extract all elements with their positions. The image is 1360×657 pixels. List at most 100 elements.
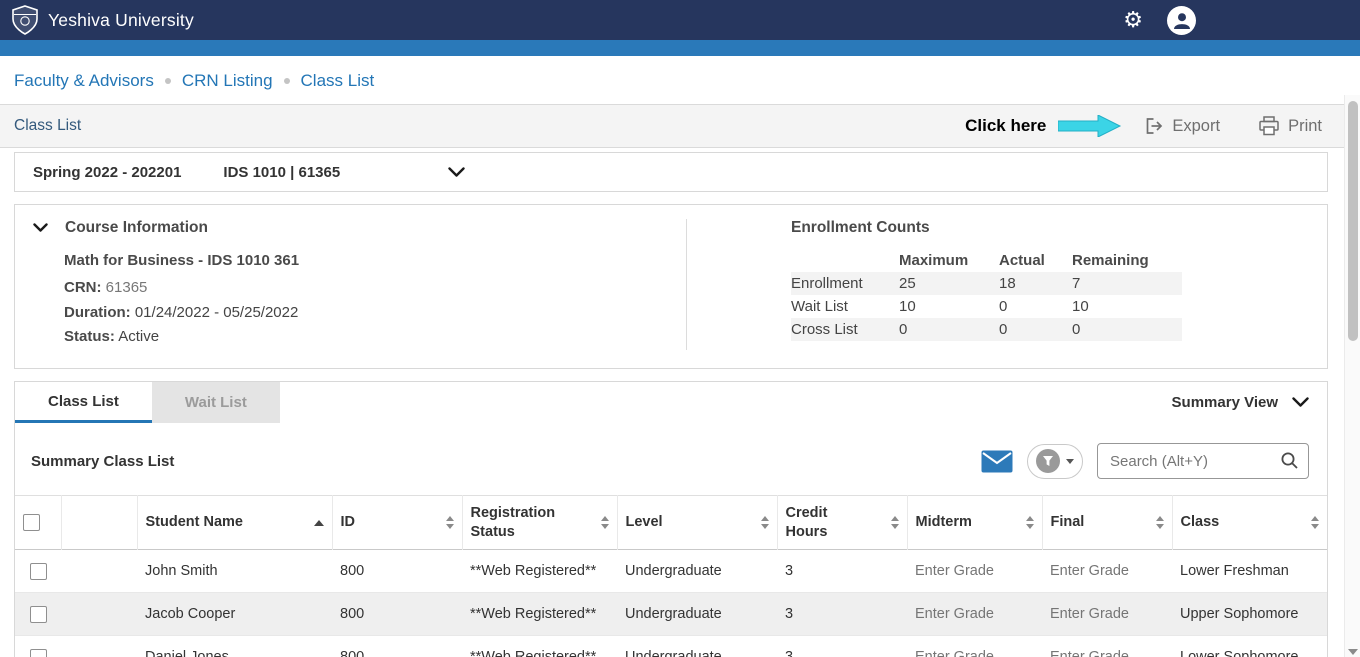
sort-icon[interactable] [446, 516, 454, 529]
search-icon[interactable] [1280, 451, 1299, 475]
enrollment-counts-section: Enrollment Counts Maximum Actual Remaini… [686, 219, 1327, 350]
enrollment-col-maximum: Maximum [899, 249, 999, 272]
student-table: Student Name ID Registration Status [15, 495, 1327, 657]
university-shield-logo [12, 5, 38, 35]
annotation-arrow-icon [1058, 115, 1122, 137]
sort-icon[interactable] [1311, 516, 1319, 529]
accent-strip [0, 40, 1360, 56]
page-title: Class List [14, 117, 81, 135]
class-year: Lower Sophomore [1172, 636, 1327, 657]
course-label: IDS 1010 | 61365 [223, 164, 340, 181]
print-icon [1258, 116, 1280, 136]
col-id[interactable]: ID [332, 496, 462, 550]
collapse-chevron-icon[interactable] [33, 223, 48, 233]
col-midterm[interactable]: Midterm [907, 496, 1042, 550]
final-grade-entry[interactable]: Enter Grade [1042, 593, 1172, 636]
export-button[interactable]: Export [1144, 116, 1220, 136]
sort-icon[interactable] [1156, 516, 1164, 529]
tab-class-list[interactable]: Class List [15, 382, 152, 423]
select-all-cell [15, 496, 61, 550]
midterm-grade-entry[interactable]: Enter Grade [907, 593, 1042, 636]
sort-ascending-icon[interactable] [314, 520, 324, 526]
registration-status: **Web Registered** [462, 636, 617, 657]
scrollbar-down-arrow[interactable] [1348, 649, 1358, 655]
breadcrumb-faculty-advisors[interactable]: Faculty & Advisors [14, 71, 154, 91]
row-checkbox[interactable] [30, 606, 47, 623]
class-year: Lower Freshman [1172, 550, 1327, 593]
col-credit-hours[interactable]: Credit Hours [777, 496, 907, 550]
credit-hours: 3 [777, 593, 907, 636]
filter-funnel-icon [1036, 449, 1060, 473]
enrollment-row: Wait List 10 0 10 [791, 295, 1182, 318]
midterm-grade-entry[interactable]: Enter Grade [907, 636, 1042, 657]
breadcrumb-separator [284, 78, 290, 84]
settings-gear-icon[interactable]: ⚙ [1123, 9, 1143, 31]
level: Undergraduate [617, 550, 777, 593]
top-navigation-bar: Yeshiva University ⚙ [0, 0, 1360, 40]
search-input[interactable] [1097, 443, 1309, 479]
tab-wait-list[interactable]: Wait List [152, 382, 280, 423]
student-id: 800 [332, 636, 462, 657]
vertical-scrollbar[interactable] [1344, 95, 1360, 657]
col-level[interactable]: Level [617, 496, 777, 550]
midterm-grade-entry[interactable]: Enter Grade [907, 550, 1042, 593]
search-box [1097, 443, 1309, 479]
status-value: Active [118, 328, 159, 345]
print-label: Print [1288, 117, 1322, 136]
row-checkbox[interactable] [30, 563, 47, 580]
chevron-down-icon [1292, 397, 1309, 408]
class-list-toolbar: Summary Class List [15, 423, 1327, 495]
summary-class-list-heading: Summary Class List [31, 453, 174, 470]
registration-status: **Web Registered** [462, 550, 617, 593]
breadcrumb: Faculty & Advisors CRN Listing Class Lis… [0, 56, 1360, 104]
breadcrumb-class-list[interactable]: Class List [301, 71, 375, 91]
student-id: 800 [332, 550, 462, 593]
course-information-section: Course Information Math for Business - I… [15, 219, 686, 350]
topbar-actions: ⚙ [1123, 6, 1348, 35]
table-row: Jacob Cooper 800 **Web Registered** Unde… [15, 593, 1327, 636]
col-student-name[interactable]: Student Name [137, 496, 332, 550]
filter-dropdown-button[interactable] [1027, 444, 1083, 479]
duration-line: Duration: 01/24/2022 - 05/25/2022 [64, 301, 686, 326]
chevron-down-icon[interactable] [448, 167, 465, 178]
brand: Yeshiva University [12, 5, 194, 35]
sort-icon[interactable] [601, 516, 609, 529]
student-id: 800 [332, 593, 462, 636]
crn-line: CRN: 61365 [64, 276, 686, 301]
select-all-checkbox[interactable] [23, 514, 40, 531]
class-list-panel: Class List Wait List Summary View Summar… [14, 381, 1328, 657]
credit-hours: 3 [777, 550, 907, 593]
final-grade-entry[interactable]: Enter Grade [1042, 550, 1172, 593]
enrollment-col-actual: Actual [999, 249, 1072, 272]
term-course-selector[interactable]: Spring 2022 - 202201 IDS 1010 | 61365 [14, 152, 1328, 192]
col-registration-status[interactable]: Registration Status [462, 496, 617, 550]
email-button[interactable] [981, 450, 1013, 473]
person-icon [1172, 11, 1192, 30]
annotation-click-here: Click here [965, 116, 1046, 136]
student-name: John Smith [137, 550, 332, 593]
row-checkbox[interactable] [30, 649, 47, 657]
credit-hours: 3 [777, 636, 907, 657]
table-header-row: Student Name ID Registration Status [15, 496, 1327, 550]
col-final[interactable]: Final [1042, 496, 1172, 550]
student-name: Daniel Jones [137, 636, 332, 657]
user-avatar[interactable] [1167, 6, 1196, 35]
print-button[interactable]: Print [1258, 116, 1322, 136]
status-line: Status: Active [64, 325, 686, 350]
scrollbar-thumb[interactable] [1348, 101, 1358, 341]
breadcrumb-crn-listing[interactable]: CRN Listing [182, 71, 273, 91]
table-row: Daniel Jones 800 **Web Registered** Unde… [15, 636, 1327, 657]
level: Undergraduate [617, 593, 777, 636]
photo-column-header [61, 496, 137, 550]
brand-name: Yeshiva University [48, 10, 194, 31]
course-information-heading: Course Information [65, 219, 208, 237]
enrollment-counts-table: Maximum Actual Remaining Enrollment 25 1… [791, 249, 1182, 341]
col-class[interactable]: Class [1172, 496, 1327, 550]
export-icon [1144, 116, 1164, 136]
final-grade-entry[interactable]: Enter Grade [1042, 636, 1172, 657]
summary-view-dropdown[interactable]: Summary View [1172, 382, 1309, 423]
sort-icon[interactable] [1026, 516, 1034, 529]
sort-icon[interactable] [891, 516, 899, 529]
term-label: Spring 2022 - 202201 [33, 164, 181, 181]
sort-icon[interactable] [761, 516, 769, 529]
